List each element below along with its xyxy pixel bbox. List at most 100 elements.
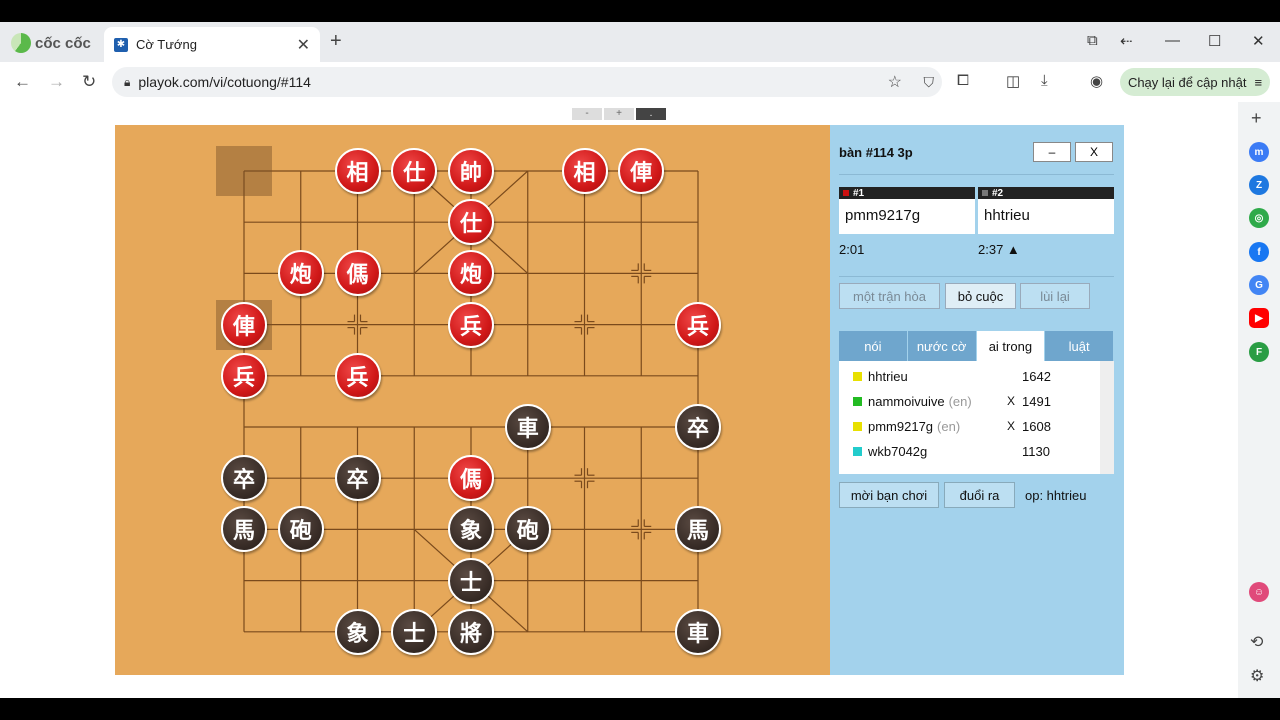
red-piece[interactable]: 俥 [618, 148, 665, 194]
maximize-icon[interactable]: ☐ [1208, 32, 1221, 50]
tab-cotuong[interactable]: ✱ Cờ Tướng ✕ [104, 27, 320, 62]
tab-who[interactable]: ai trong [976, 331, 1046, 361]
user-seated-mark: X [1007, 419, 1016, 433]
download-icon[interactable]: ⤓ [1041, 72, 1048, 89]
red-piece[interactable]: 俥 [221, 301, 267, 348]
avatar-icon[interactable]: ☺ [1249, 582, 1269, 602]
black-piece[interactable]: 士 [448, 557, 494, 604]
update-button[interactable]: Chạy lại để cập nhật ≡ [1120, 68, 1270, 96]
player1-card: #1 pmm9217g [839, 187, 975, 234]
black-piece[interactable]: 卒 [675, 404, 721, 450]
back-icon[interactable]: ← [14, 72, 31, 92]
feed-icon[interactable]: F [1249, 342, 1269, 362]
offer-draw-button[interactable]: một trận hòa [839, 283, 940, 309]
black-piece[interactable]: 卒 [221, 455, 267, 502]
top-black-bar [0, 0, 1280, 22]
red-piece[interactable]: 炮 [277, 250, 324, 297]
black-piece[interactable]: 士 [391, 608, 438, 655]
new-tab-icon[interactable]: + [330, 30, 342, 53]
red-piece[interactable]: 傌 [448, 455, 494, 502]
user-row[interactable]: pmm9217g (en) X 1608 [853, 416, 1093, 436]
toolbar: ← → ↻ 🔒︎ playok.com/vi/cotuong/#114 ☆ ⛉ … [0, 62, 1280, 102]
user-rating: 1608 [1022, 418, 1051, 434]
reload-icon[interactable]: ↻ [82, 72, 96, 92]
bookmark-star-icon[interactable]: ☆ [888, 72, 902, 92]
red-piece[interactable]: 仕 [448, 199, 494, 246]
black-piece[interactable]: 車 [504, 404, 551, 450]
tab-close-icon[interactable]: ✕ [297, 35, 310, 55]
xiangqi-board[interactable]: 相仕帥相俥仕炮傌炮俥兵兵兵兵車卒卒卒傌馬砲象砲馬士象士將車 [115, 125, 830, 675]
close-table-button[interactable]: X [1075, 142, 1113, 162]
zalo-icon[interactable]: Z [1249, 175, 1269, 195]
table-title: bàn #114 3p [839, 145, 913, 160]
user-rating: 1130 [1022, 443, 1050, 459]
minimize-table-button[interactable]: – [1033, 142, 1071, 162]
player1-name[interactable]: pmm9217g [839, 199, 975, 232]
user-row[interactable]: hhtrieu 1642 [853, 366, 1093, 386]
red-piece[interactable]: 仕 [391, 148, 438, 194]
zoom-in-button[interactable]: + [604, 108, 634, 120]
divider-mid [839, 276, 1114, 277]
user-name: nammoivuive [868, 393, 945, 409]
player2-card: #2 hhtrieu [978, 187, 1114, 234]
red-piece[interactable]: 傌 [334, 250, 381, 297]
black-piece[interactable]: 砲 [504, 506, 551, 553]
forward-icon[interactable]: → [48, 72, 65, 92]
update-label: Chạy lại để cập nhật [1127, 74, 1247, 90]
player2-name[interactable]: hhtrieu [978, 199, 1114, 232]
zoom-out-button[interactable]: - [572, 108, 602, 120]
tab-moves[interactable]: nước cờ [907, 331, 977, 361]
facebook-icon[interactable]: f [1249, 242, 1269, 262]
lock-icon[interactable]: 🔒︎ [124, 75, 130, 90]
player2-header: #2 [978, 187, 1114, 199]
screen-capture-icon[interactable]: ⧉ [1087, 32, 1098, 49]
youtube-icon[interactable]: ▶ [1249, 308, 1269, 328]
extensions-icon[interactable]: ⧠ [957, 72, 969, 89]
user-row[interactable]: nammoivuive (en) X 1491 [853, 391, 1093, 411]
user-row[interactable]: wkb7042g 1130 [853, 441, 1093, 461]
messenger-icon[interactable]: m [1249, 142, 1269, 162]
address-bar[interactable]: 🔒︎ playok.com/vi/cotuong/#114 ☆ ⛉ [112, 67, 942, 97]
black-piece[interactable]: 象 [334, 608, 381, 655]
user-list-scrollbar[interactable] [1100, 361, 1114, 474]
red-piece[interactable]: 兵 [675, 301, 721, 348]
red-piece[interactable]: 相 [334, 148, 381, 194]
settings-gear-icon[interactable]: ⚙ [1250, 666, 1264, 686]
game-icon[interactable]: ◎ [1249, 208, 1269, 228]
zoom-reset-button[interactable]: . [636, 108, 666, 120]
red-piece[interactable]: 兵 [448, 301, 494, 348]
add-sidebar-icon[interactable]: + [1251, 108, 1262, 129]
resign-button[interactable]: bỏ cuộc [945, 283, 1016, 309]
shield-icon[interactable]: ⛉ [924, 74, 935, 91]
undo-button[interactable]: lùi lại [1020, 283, 1090, 309]
player1-header: #1 [839, 187, 975, 199]
back-forward-icon[interactable]: ⇠ [1120, 32, 1133, 50]
profile-icon[interactable]: ◉ [1090, 72, 1103, 90]
split-view-icon[interactable]: ◫ [1006, 72, 1020, 90]
black-piece[interactable]: 砲 [277, 506, 324, 553]
divider-top [839, 174, 1114, 175]
operator-label: op: hhtrieu [1025, 488, 1087, 503]
user-name: pmm9217g [868, 418, 934, 434]
close-window-icon[interactable]: ✕ [1252, 32, 1265, 50]
red-piece[interactable]: 帥 [448, 148, 494, 194]
red-piece[interactable]: 兵 [221, 352, 267, 399]
user-lang: (en) [937, 418, 961, 434]
black-piece[interactable]: 卒 [334, 455, 381, 502]
kick-button[interactable]: đuổi ra [944, 482, 1015, 508]
tab-chat[interactable]: nói [839, 331, 908, 361]
black-piece[interactable]: 車 [675, 608, 721, 655]
red-piece[interactable]: 相 [561, 148, 608, 194]
user-status-icon [853, 446, 862, 456]
coccoc-logo[interactable]: cốc cốc [11, 32, 91, 54]
user-seated-mark: X [1007, 394, 1016, 408]
red-piece[interactable]: 兵 [334, 352, 381, 399]
invite-button[interactable]: mời bạn chơi [839, 482, 939, 508]
history-icon[interactable]: ⟲ [1250, 632, 1263, 652]
minimize-icon[interactable]: — [1165, 32, 1180, 49]
black-piece[interactable]: 將 [448, 608, 494, 655]
tab-rules[interactable]: luật [1045, 331, 1114, 361]
user-name: wkb7042g [868, 443, 928, 459]
coccoc-logo-icon [11, 33, 31, 53]
translate-icon[interactable]: G [1249, 275, 1269, 295]
